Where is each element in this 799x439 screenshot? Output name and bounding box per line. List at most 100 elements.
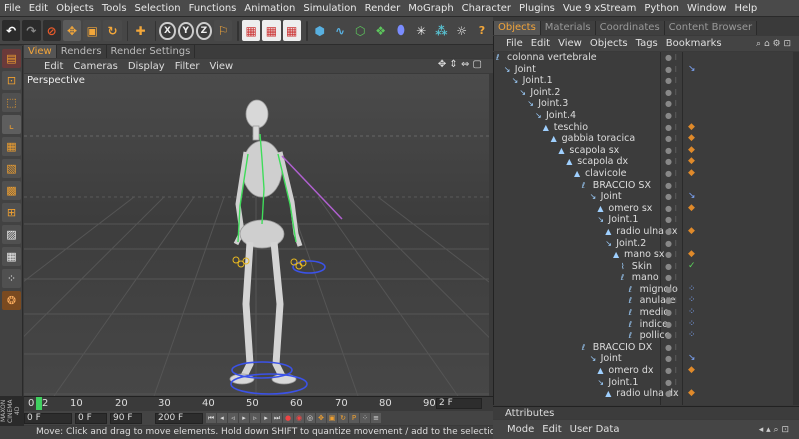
visibility-toggle-icon[interactable]: ● ⁝ xyxy=(665,52,677,64)
scale-tool-icon[interactable]: ▣ xyxy=(83,20,102,41)
go-to-end-icon[interactable]: ⏭ xyxy=(272,413,282,423)
visibility-toggle-icon[interactable]: ● ⁝ xyxy=(665,98,677,110)
help-icon[interactable]: ? xyxy=(473,20,491,41)
object-tag-icon[interactable]: ⁘ xyxy=(688,307,696,319)
object-list-scrollbar[interactable] xyxy=(793,52,799,405)
tab-render-settings[interactable]: Render Settings xyxy=(107,45,196,58)
visibility-toggle-icon[interactable]: ● ⁝ xyxy=(665,388,677,400)
visibility-toggle-icon[interactable]: ● ⁝ xyxy=(665,238,677,250)
visibility-toggle-icon[interactable]: ● ⁝ xyxy=(665,145,677,157)
object-row[interactable]: ↘ Joint.1 ● ⁝ xyxy=(494,377,793,389)
object-tag-icon[interactable]: ◆ xyxy=(688,203,695,215)
edges-mode-icon[interactable]: ▧ xyxy=(2,159,21,178)
menu-character[interactable]: Character xyxy=(458,3,515,14)
rotate-tool-icon[interactable]: ↻ xyxy=(103,20,122,41)
visibility-toggle-icon[interactable]: ● ⁝ xyxy=(665,168,677,180)
menu-animation[interactable]: Animation xyxy=(240,3,299,14)
object-row[interactable]: ℓ indice ● ⁝ ⁘ xyxy=(494,319,793,331)
use-model-tool-icon[interactable]: ▤ xyxy=(2,49,21,68)
object-row[interactable]: ↘ Joint.1 ● ⁝ xyxy=(494,75,793,87)
menu-functions[interactable]: Functions xyxy=(185,3,241,14)
menu-render[interactable]: Render xyxy=(361,3,405,14)
tab-renders[interactable]: Renders xyxy=(57,45,107,58)
z-axis-lock-button[interactable]: Z xyxy=(195,21,212,40)
visibility-toggle-icon[interactable]: ● ⁝ xyxy=(665,226,677,238)
visibility-toggle-icon[interactable]: ● ⁝ xyxy=(665,319,677,331)
visibility-toggle-icon[interactable]: ● ⁝ xyxy=(665,342,677,354)
object-row[interactable]: ↘ Joint ● ⁝ ↘ xyxy=(494,64,793,76)
objects-menu-objects[interactable]: Objects xyxy=(586,38,632,49)
layer-icon[interactable]: ❂ xyxy=(2,291,21,310)
point-level-icon[interactable]: ⁘ xyxy=(360,413,370,423)
render-view-icon[interactable]: ▦ xyxy=(242,20,261,41)
attributes-menu-mode[interactable]: Mode xyxy=(503,424,538,435)
autokey-icon[interactable]: ◉ xyxy=(294,413,304,423)
position-key-icon[interactable]: ✥ xyxy=(316,413,326,423)
menu-objects[interactable]: Objects xyxy=(52,3,98,14)
objects-menu-file[interactable]: File xyxy=(502,38,527,49)
finger-controls[interactable] xyxy=(232,256,307,270)
add-tool-icon[interactable]: ✚ xyxy=(131,20,149,41)
object-row[interactable]: ▲ radio ulna dx ● ⁝ ◆ xyxy=(494,388,793,400)
visibility-toggle-icon[interactable]: ● ⁝ xyxy=(665,272,677,284)
tab-coordinates[interactable]: Coordinates xyxy=(595,21,665,35)
menu-window[interactable]: Window xyxy=(683,3,730,14)
visibility-toggle-icon[interactable]: ● ⁝ xyxy=(665,203,677,215)
viewport-menu-edit[interactable]: Edit xyxy=(39,61,68,72)
current-frame-field[interactable]: 2 F xyxy=(436,398,482,409)
object-row[interactable]: ▲ scapola dx ● ⁝ ◆ xyxy=(494,156,793,168)
object-row[interactable]: ℓ mignolo ● ⁝ ⁘ xyxy=(494,284,793,296)
perspective-viewport[interactable]: Perspective xyxy=(24,74,489,396)
object-tag-icon[interactable]: ◆ xyxy=(688,249,695,261)
object-row[interactable]: ℓ colonna vertebrale ● ⁝ xyxy=(494,52,793,64)
visibility-toggle-icon[interactable]: ● ⁝ xyxy=(665,261,677,273)
visibility-toggle-icon[interactable]: ● ⁝ xyxy=(665,110,677,122)
world-coordinates-icon[interactable]: ⚐ xyxy=(214,20,233,41)
visibility-toggle-icon[interactable]: ● ⁝ xyxy=(665,214,677,226)
tab-content-browser[interactable]: Content Browser xyxy=(664,21,758,35)
texture-tool-icon[interactable]: ⬚ xyxy=(2,93,21,112)
object-row[interactable]: ▲ omero sx ● ⁝ ◆ xyxy=(494,203,793,215)
viewport-menu-cameras[interactable]: Cameras xyxy=(68,61,122,72)
viewport-menu-display[interactable]: Display xyxy=(123,61,170,72)
object-tag-icon[interactable]: ⁘ xyxy=(688,284,696,296)
camera-icon[interactable]: ⁂ xyxy=(432,20,450,41)
y-axis-lock-button[interactable]: Y xyxy=(177,21,194,40)
object-tag-icon[interactable]: ◆ xyxy=(688,133,695,145)
workplane-icon[interactable]: ⌞ xyxy=(2,115,21,134)
visibility-toggle-icon[interactable]: ● ⁝ xyxy=(665,122,677,134)
tab-objects[interactable]: Objects xyxy=(494,21,541,35)
menu-mograph[interactable]: MoGraph xyxy=(404,3,457,14)
environment-icon[interactable]: ✳ xyxy=(412,20,430,41)
object-tag-icon[interactable]: ◆ xyxy=(688,226,695,238)
keyframe-selection-icon[interactable]: ◎ xyxy=(305,413,315,423)
rotation-key-icon[interactable]: ↻ xyxy=(338,413,348,423)
spline-icon[interactable]: ∿ xyxy=(331,20,349,41)
object-row[interactable]: ▲ radio ulna sx ● ⁝ ◆ xyxy=(494,226,793,238)
viewport-menu-view[interactable]: View xyxy=(204,61,238,72)
object-tag-icon[interactable]: ⁘ xyxy=(688,295,696,307)
object-tag-icon[interactable]: ◆ xyxy=(688,388,695,400)
snap-icon[interactable]: ▦ xyxy=(2,247,21,266)
object-tag-icon[interactable]: ◆ xyxy=(688,145,695,157)
attributes-navigation-icons[interactable]: ◂ ▴ ⌕ ⊡ xyxy=(755,425,793,435)
object-row[interactable]: ▲ mano sx ● ⁝ ◆ xyxy=(494,249,793,261)
nurbs-icon[interactable]: ⬡ xyxy=(351,20,369,41)
object-row[interactable]: ℓ mano ● ⁝ xyxy=(494,272,793,284)
objects-menu-view[interactable]: View xyxy=(554,38,586,49)
visibility-toggle-icon[interactable]: ● ⁝ xyxy=(665,64,677,76)
object-axis-icon[interactable]: ⊡ xyxy=(2,71,21,90)
object-row[interactable]: ℓ pollice ● ⁝ ⁘ xyxy=(494,330,793,342)
skeleton-model[interactable] xyxy=(229,99,303,385)
x-axis-lock-button[interactable]: X xyxy=(159,21,176,40)
object-row[interactable]: ▲ teschio ● ⁝ ◆ xyxy=(494,122,793,134)
visibility-toggle-icon[interactable]: ● ⁝ xyxy=(665,365,677,377)
attributes-menu-edit[interactable]: Edit xyxy=(538,424,565,435)
objects-menu-tags[interactable]: Tags xyxy=(632,38,662,49)
preview-start-field[interactable]: 0 F xyxy=(75,412,107,424)
visibility-toggle-icon[interactable]: ● ⁝ xyxy=(665,156,677,168)
attributes-menu-user-data[interactable]: User Data xyxy=(566,424,624,435)
enable-axis-icon[interactable]: ⊞ xyxy=(2,203,21,222)
record-icon[interactable]: ● xyxy=(283,413,293,423)
object-tag-icon[interactable]: ⁘ xyxy=(688,319,696,331)
